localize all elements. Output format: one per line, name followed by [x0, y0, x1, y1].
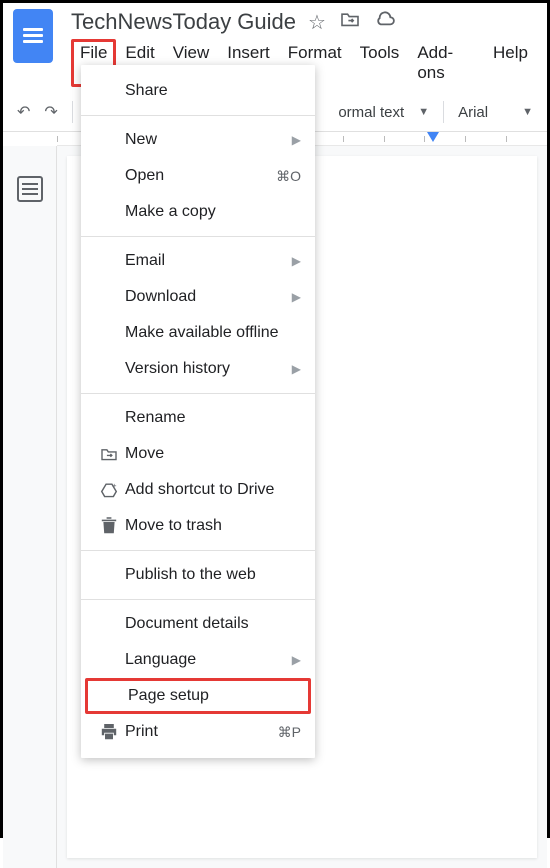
- menu-label: Page setup: [126, 687, 298, 705]
- submenu-arrow-icon: ▶: [292, 254, 301, 268]
- submenu-arrow-icon: ▶: [292, 362, 301, 376]
- font-selector-label[interactable]: Arial: [458, 104, 488, 121]
- menu-label: Open: [123, 167, 276, 185]
- menu-item-offline[interactable]: Make available offline: [81, 315, 315, 351]
- menu-label: New: [123, 131, 292, 149]
- shortcut-label: ⌘P: [278, 724, 301, 741]
- menu-item-email[interactable]: Email ▶: [81, 243, 315, 279]
- menu-label: Make available offline: [123, 324, 301, 342]
- svg-text:+: +: [112, 482, 117, 491]
- menu-addons[interactable]: Add-ons: [408, 39, 484, 87]
- docs-logo-icon[interactable]: [13, 9, 53, 63]
- menu-item-trash[interactable]: Move to trash: [81, 508, 315, 544]
- menu-item-language[interactable]: Language ▶: [81, 642, 315, 678]
- left-gutter: [3, 146, 57, 868]
- menu-label: Email: [123, 252, 292, 270]
- menu-label: Make a copy: [123, 203, 301, 221]
- cloud-save-icon[interactable]: [374, 10, 396, 35]
- menu-label: Version history: [123, 360, 292, 378]
- menu-item-details[interactable]: Document details: [81, 606, 315, 642]
- menu-item-rename[interactable]: Rename: [81, 400, 315, 436]
- menu-separator: [81, 393, 315, 394]
- menu-separator: [81, 115, 315, 116]
- document-outline-icon[interactable]: [17, 176, 43, 202]
- menu-label: Move to trash: [123, 517, 301, 535]
- move-icon: [95, 447, 123, 461]
- menu-separator: [81, 550, 315, 551]
- document-title[interactable]: TechNewsToday Guide: [71, 9, 296, 35]
- ruler-indent-marker-icon[interactable]: [427, 132, 439, 142]
- menu-label: Download: [123, 288, 292, 306]
- font-dropdown-caret-icon[interactable]: ▼: [522, 106, 533, 118]
- toolbar-separator: [72, 101, 73, 123]
- menu-label: Print: [123, 723, 278, 741]
- menu-label: Document details: [123, 615, 301, 633]
- trash-icon: [95, 517, 123, 535]
- menu-item-share[interactable]: Share: [81, 73, 315, 109]
- style-selector-label[interactable]: ormal text: [338, 104, 404, 121]
- menu-item-open[interactable]: Open ⌘O: [81, 158, 315, 194]
- menu-item-download[interactable]: Download ▶: [81, 279, 315, 315]
- star-icon[interactable]: ☆: [308, 10, 326, 35]
- menu-tools[interactable]: Tools: [351, 39, 409, 87]
- menu-help[interactable]: Help: [484, 39, 537, 87]
- menu-item-publish[interactable]: Publish to the web: [81, 557, 315, 593]
- menu-label: Publish to the web: [123, 566, 301, 584]
- menu-separator: [81, 599, 315, 600]
- drive-shortcut-icon: +: [95, 482, 123, 498]
- file-dropdown-menu: Share New ▶ Open ⌘O Make a copy Email ▶ …: [81, 65, 315, 758]
- menu-item-add-shortcut[interactable]: + Add shortcut to Drive: [81, 472, 315, 508]
- move-folder-icon[interactable]: [340, 10, 360, 35]
- menu-label: Move: [123, 445, 301, 463]
- menu-item-print[interactable]: Print ⌘P: [81, 714, 315, 750]
- menu-item-page-setup[interactable]: Page setup: [85, 678, 311, 714]
- menu-separator: [81, 236, 315, 237]
- submenu-arrow-icon: ▶: [292, 133, 301, 147]
- menu-label: Add shortcut to Drive: [123, 481, 301, 499]
- shortcut-label: ⌘O: [276, 168, 301, 185]
- menu-label: Rename: [123, 409, 301, 427]
- menu-label: Language: [123, 651, 292, 669]
- style-dropdown-caret-icon[interactable]: ▼: [418, 106, 429, 118]
- menu-item-make-copy[interactable]: Make a copy: [81, 194, 315, 230]
- toolbar-separator: [443, 101, 444, 123]
- menu-item-new[interactable]: New ▶: [81, 122, 315, 158]
- redo-icon[interactable]: ↷: [44, 102, 57, 122]
- menu-label: Share: [123, 82, 301, 100]
- submenu-arrow-icon: ▶: [292, 290, 301, 304]
- undo-icon[interactable]: ↶: [17, 102, 30, 122]
- menu-item-move[interactable]: Move: [81, 436, 315, 472]
- submenu-arrow-icon: ▶: [292, 653, 301, 667]
- print-icon: [95, 724, 123, 740]
- menu-item-version-history[interactable]: Version history ▶: [81, 351, 315, 387]
